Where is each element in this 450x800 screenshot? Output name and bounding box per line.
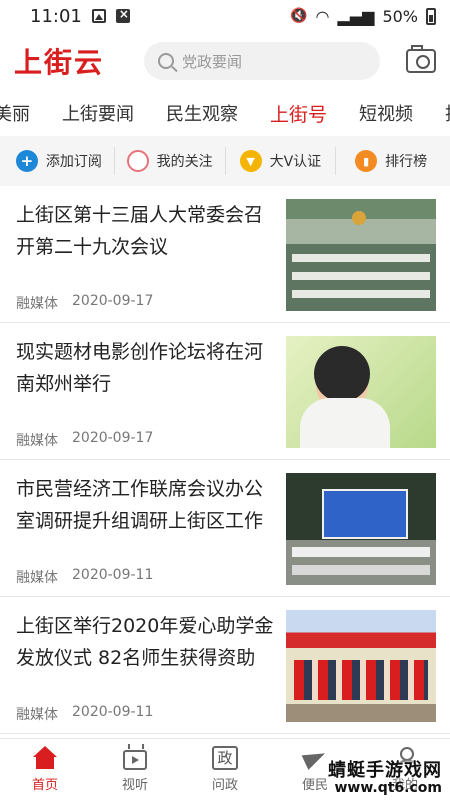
- nav-inquiry[interactable]: 政 问政: [180, 746, 270, 793]
- battery-icon: [426, 7, 436, 25]
- news-thumbnail[interactable]: [286, 473, 436, 585]
- search-placeholder: 党政要闻: [182, 52, 243, 71]
- watermark-title: 蜻蜓手游戏网: [328, 759, 442, 781]
- news-date: 2020-09-17: [72, 293, 154, 309]
- status-time: 11:01: [30, 5, 82, 27]
- nav-home[interactable]: 首页: [0, 746, 90, 793]
- tv-icon: [123, 750, 147, 770]
- news-thumbnail[interactable]: [286, 199, 436, 311]
- zheng-icon: 政: [212, 746, 238, 770]
- news-source: 融媒体: [16, 433, 58, 449]
- news-date: 2020-09-11: [72, 704, 154, 720]
- news-list: 上街区第十三届人大常委会召开第二十九次会议 融媒体 2020-09-17 现实题…: [0, 186, 450, 734]
- battery-percent: 50%: [382, 6, 418, 26]
- news-date: 2020-09-11: [72, 567, 154, 583]
- gallery-notification-icon: [91, 9, 106, 23]
- my-follows-label: 我的关注: [156, 154, 213, 170]
- ring-icon: [126, 150, 149, 172]
- plus-circle-icon: +: [15, 150, 38, 172]
- tab-shangjie-news[interactable]: 上街要闻: [62, 100, 134, 126]
- search-input[interactable]: 党政要闻: [144, 42, 380, 80]
- add-subscription-label: 添加订阅: [45, 154, 102, 170]
- nav-home-label: 首页: [31, 778, 58, 793]
- news-thumbnail[interactable]: [286, 610, 436, 722]
- watermark-url: www.qt6.com: [334, 779, 442, 796]
- news-source: 融媒体: [16, 570, 58, 586]
- tab-meili[interactable]: 美丽: [0, 100, 30, 126]
- nav-audiovisual[interactable]: 视听: [90, 746, 180, 793]
- news-title[interactable]: 上街区举行2020年爱心助学金发放仪式 82名师生获得资助: [16, 610, 286, 674]
- news-item[interactable]: 现实题材电影创作论坛将在河南郑州举行 融媒体 2020-09-17: [0, 323, 450, 460]
- nav-inquiry-label: 问政: [211, 778, 238, 793]
- news-item[interactable]: 上街区举行2020年爱心助学金发放仪式 82名师生获得资助 融媒体 2020-0…: [0, 597, 450, 734]
- news-title[interactable]: 市民营经济工作联席会议办公室调研提升组调研上街区工作: [16, 473, 286, 537]
- wifi-icon: ◠: [315, 6, 330, 26]
- verified-v-label: 大V认证: [269, 154, 322, 170]
- news-title[interactable]: 上街区第十三届人大常委会召开第二十九次会议: [16, 199, 286, 263]
- news-date: 2020-09-17: [72, 430, 154, 446]
- tab-livelihood[interactable]: 民生观察: [166, 100, 238, 126]
- tab-tou[interactable]: 投: [445, 100, 450, 126]
- news-source: 融媒体: [16, 296, 58, 312]
- ranking-button[interactable]: ▮ 排行榜: [336, 136, 446, 186]
- nav-audiovisual-label: 视听: [121, 778, 148, 793]
- ranking-icon: ▮: [355, 150, 378, 172]
- add-subscription-button[interactable]: + 添加订阅: [4, 136, 114, 186]
- ranking-label: 排行榜: [385, 154, 428, 170]
- news-thumbnail[interactable]: [286, 336, 436, 448]
- watermark: 蜻蜓手游戏网 www.qt6.com: [302, 761, 442, 796]
- app-logo: 上街云: [14, 46, 105, 79]
- news-item[interactable]: 市民营经济工作联席会议办公室调研提升组调研上街区工作 融媒体 2020-09-1…: [0, 460, 450, 597]
- search-icon: [158, 53, 174, 69]
- quick-actions-bar: + 添加订阅 我的关注 ▼ 大V认证 ▮ 排行榜: [0, 136, 450, 186]
- mute-icon: 🔇: [290, 8, 308, 24]
- news-item[interactable]: 上街区第十三届人大常委会召开第二十九次会议 融媒体 2020-09-17: [0, 186, 450, 323]
- my-follows-button[interactable]: 我的关注: [115, 136, 225, 186]
- app-notification-icon: [115, 7, 130, 23]
- channel-tabs: 美丽 上街要闻 民生观察 上街号 短视频 投: [0, 90, 450, 136]
- verified-v-button[interactable]: ▼ 大V认证: [226, 136, 336, 186]
- v-badge-icon: ▼: [239, 150, 262, 172]
- news-source: 融媒体: [16, 707, 58, 723]
- camera-icon[interactable]: [406, 45, 436, 73]
- signal-icon: ▂▄▆: [337, 6, 375, 26]
- news-title[interactable]: 现实题材电影创作论坛将在河南郑州举行: [16, 336, 286, 400]
- app-header: 上街云 党政要闻: [0, 32, 450, 90]
- status-bar: 11:01 🔇 ◠ ▂▄▆ 50%: [0, 0, 450, 32]
- tab-shangjie-hao[interactable]: 上街号: [270, 100, 327, 127]
- tab-short-video[interactable]: 短视频: [359, 100, 413, 126]
- home-icon: [32, 746, 58, 770]
